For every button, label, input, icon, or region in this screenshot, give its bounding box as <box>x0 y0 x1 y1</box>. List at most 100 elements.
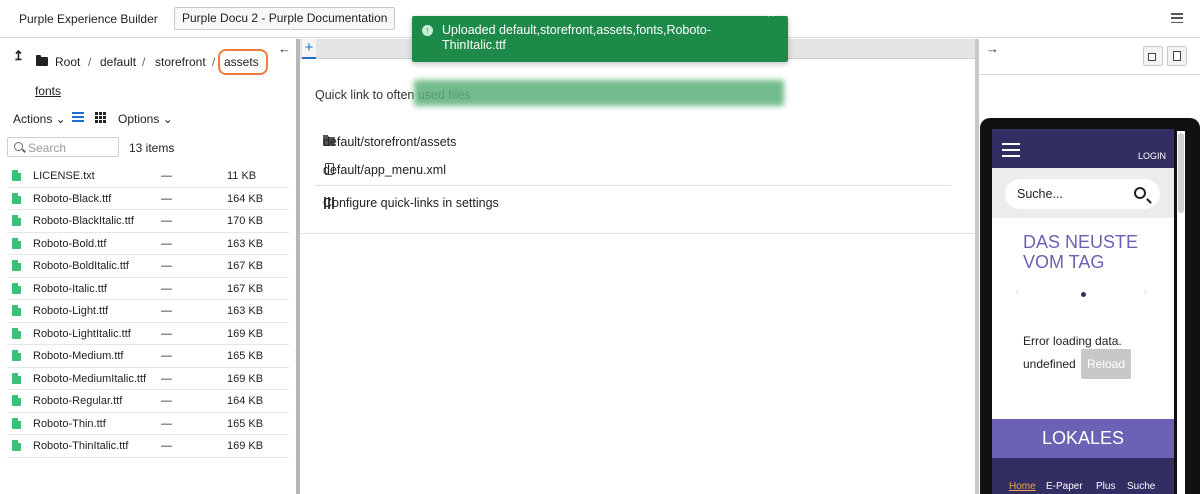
file-row[interactable]: Roboto-Medium.ttf — 165 KB <box>7 345 289 368</box>
project-selector-button[interactable]: Purple Docu 2 - Purple Documentation <box>174 7 396 30</box>
file-modified: — <box>161 215 172 227</box>
file-icon <box>12 395 21 406</box>
mobile-headline: DAS NEUSTE VOM TAG <box>1023 232 1139 272</box>
file-row[interactable]: Roboto-Bold.ttf — 163 KB <box>7 233 289 255</box>
mobile-device-frame: LOGIN Suche... DAS NEUSTE VOM TAG ‹ › Er… <box>980 118 1200 494</box>
file-name: Roboto-Italic.ttf <box>33 282 107 295</box>
file-size: 165 KB <box>227 417 264 430</box>
breadcrumb-default[interactable]: default <box>100 55 136 69</box>
reload-button[interactable]: Reload <box>1081 349 1131 379</box>
scrollbar-thumb[interactable] <box>1178 133 1184 213</box>
toast-shadow <box>414 80 784 106</box>
file-name: Roboto-Thin.ttf <box>33 417 106 430</box>
file-size: 164 KB <box>227 395 264 407</box>
file-row[interactable]: Roboto-Thin.ttf — 165 KB <box>7 413 289 435</box>
file-row[interactable]: Roboto-ThinItalic.ttf — 169 KB <box>7 435 289 458</box>
breadcrumb-separator: / <box>88 55 92 69</box>
mobile-search-field[interactable]: Suche... <box>1005 179 1160 209</box>
search-icon[interactable] <box>1134 187 1146 199</box>
footer-search-link[interactable]: Suche <box>1127 481 1155 492</box>
file-size: 164 KB <box>227 192 264 205</box>
collapse-left-icon[interactable]: ← <box>278 41 291 56</box>
file-name: LICENSE.txt <box>33 170 95 182</box>
file-size: 170 KB <box>227 215 264 227</box>
footer-epaper-link[interactable]: E-Paper <box>1046 481 1083 492</box>
file-modified: — <box>161 350 172 362</box>
copy-button[interactable] <box>1143 46 1163 66</box>
file-size: 165 KB <box>227 350 264 362</box>
quick-link-app-menu[interactable]: default/app_menu.xml <box>323 163 446 177</box>
breadcrumb-separator: / <box>142 55 146 69</box>
toast-close-icon[interactable]: × <box>767 6 775 21</box>
file-row[interactable]: LICENSE.txt — 11 KB <box>7 165 289 188</box>
file-name: Roboto-Black.ttf <box>33 192 112 205</box>
document-button[interactable] <box>1167 46 1187 66</box>
breadcrumb-current-folder[interactable]: fonts <box>35 84 61 98</box>
file-modified: — <box>161 237 172 250</box>
file-row[interactable]: Roboto-MediumItalic.ttf — 169 KB <box>7 368 289 390</box>
configure-quick-links-link[interactable]: Configure quick-links in settings <box>323 196 499 210</box>
file-row[interactable]: Roboto-LightItalic.ttf — 169 KB <box>7 323 289 345</box>
file-modified: — <box>161 192 172 205</box>
hamburger-icon[interactable] <box>1171 13 1183 24</box>
item-count: 13 items <box>129 141 175 155</box>
up-folder-icon[interactable]: ↥ <box>13 48 24 64</box>
file-name: Roboto-Medium.ttf <box>33 350 124 362</box>
preview-panel: → LOGIN Suche... DAS NEUSTE VOM TAG ‹ › … <box>979 39 1200 494</box>
footer-plus-link[interactable]: Plus <box>1096 481 1115 492</box>
file-modified: — <box>161 305 172 317</box>
folder-icon <box>36 55 48 66</box>
toast-message: Uploaded default,storefront,assets,fonts… <box>442 23 711 52</box>
file-icon <box>12 305 21 316</box>
search-field[interactable] <box>7 137 119 157</box>
file-browser-panel: ↥ Root / default / storefront / assets f… <box>0 39 296 494</box>
chevron-right-icon[interactable]: › <box>1143 283 1148 299</box>
file-modified: — <box>161 395 172 407</box>
search-input[interactable] <box>28 140 116 155</box>
file-row[interactable]: Roboto-Light.ttf — 163 KB <box>7 300 289 323</box>
mobile-search-bar: Suche... <box>992 168 1174 218</box>
quick-link-assets[interactable]: default/storefront/assets <box>323 135 456 149</box>
breadcrumb-assets[interactable]: assets <box>224 55 259 69</box>
file-size: 169 KB <box>227 440 264 452</box>
breadcrumb-root[interactable]: Root <box>55 55 80 69</box>
file-row[interactable]: Roboto-Black.ttf — 164 KB <box>7 188 289 210</box>
add-tab-button[interactable]: + <box>302 39 316 59</box>
mobile-footer-nav: Home E-Paper Plus Suche <box>992 458 1174 494</box>
file-icon <box>12 192 21 204</box>
login-link[interactable]: LOGIN <box>1138 151 1166 161</box>
chevron-left-icon[interactable]: ‹ <box>1015 283 1020 299</box>
file-row[interactable]: Roboto-BoldItalic.ttf — 167 KB <box>7 255 289 278</box>
hamburger-icon[interactable] <box>1002 143 1020 161</box>
file-icon <box>12 215 21 226</box>
list-view-icon[interactable] <box>72 112 84 122</box>
upload-toast: ↑ Uploaded default,storefront,assets,fon… <box>412 16 788 62</box>
grid-view-icon[interactable] <box>95 112 106 123</box>
file-icon <box>12 417 21 429</box>
file-name: Roboto-Bold.ttf <box>33 237 107 250</box>
document-icon <box>1173 51 1181 61</box>
file-modified: — <box>161 327 172 340</box>
file-icon <box>12 440 21 451</box>
file-size: 11 KB <box>227 170 257 182</box>
file-name: Roboto-BlackItalic.ttf <box>33 215 134 227</box>
file-name: Roboto-Light.ttf <box>33 305 109 317</box>
carousel-dot[interactable] <box>1081 292 1086 297</box>
file-modified: — <box>161 170 172 182</box>
section-header-lokales: LOKALES <box>992 419 1174 458</box>
actions-menu[interactable]: Actions ⌄ <box>13 112 66 126</box>
options-menu[interactable]: Options ⌄ <box>118 112 173 126</box>
preview-scrollbar[interactable] <box>1177 131 1185 494</box>
file-row[interactable]: Roboto-Regular.ttf — 164 KB <box>7 390 289 413</box>
file-row[interactable]: Roboto-BlackItalic.ttf — 170 KB <box>7 210 289 233</box>
expand-right-icon[interactable]: → <box>986 41 999 56</box>
breadcrumb-storefront[interactable]: storefront <box>155 55 206 69</box>
file-row[interactable]: Roboto-Italic.ttf — 167 KB <box>7 278 289 300</box>
file-size: 167 KB <box>227 260 264 272</box>
file-size: 163 KB <box>227 305 264 317</box>
app-title: Purple Experience Builder <box>19 12 158 26</box>
file-modified: — <box>161 260 172 272</box>
breadcrumb-separator: / <box>212 55 216 69</box>
footer-home-link[interactable]: Home <box>1009 481 1036 492</box>
file-icon <box>12 170 21 181</box>
